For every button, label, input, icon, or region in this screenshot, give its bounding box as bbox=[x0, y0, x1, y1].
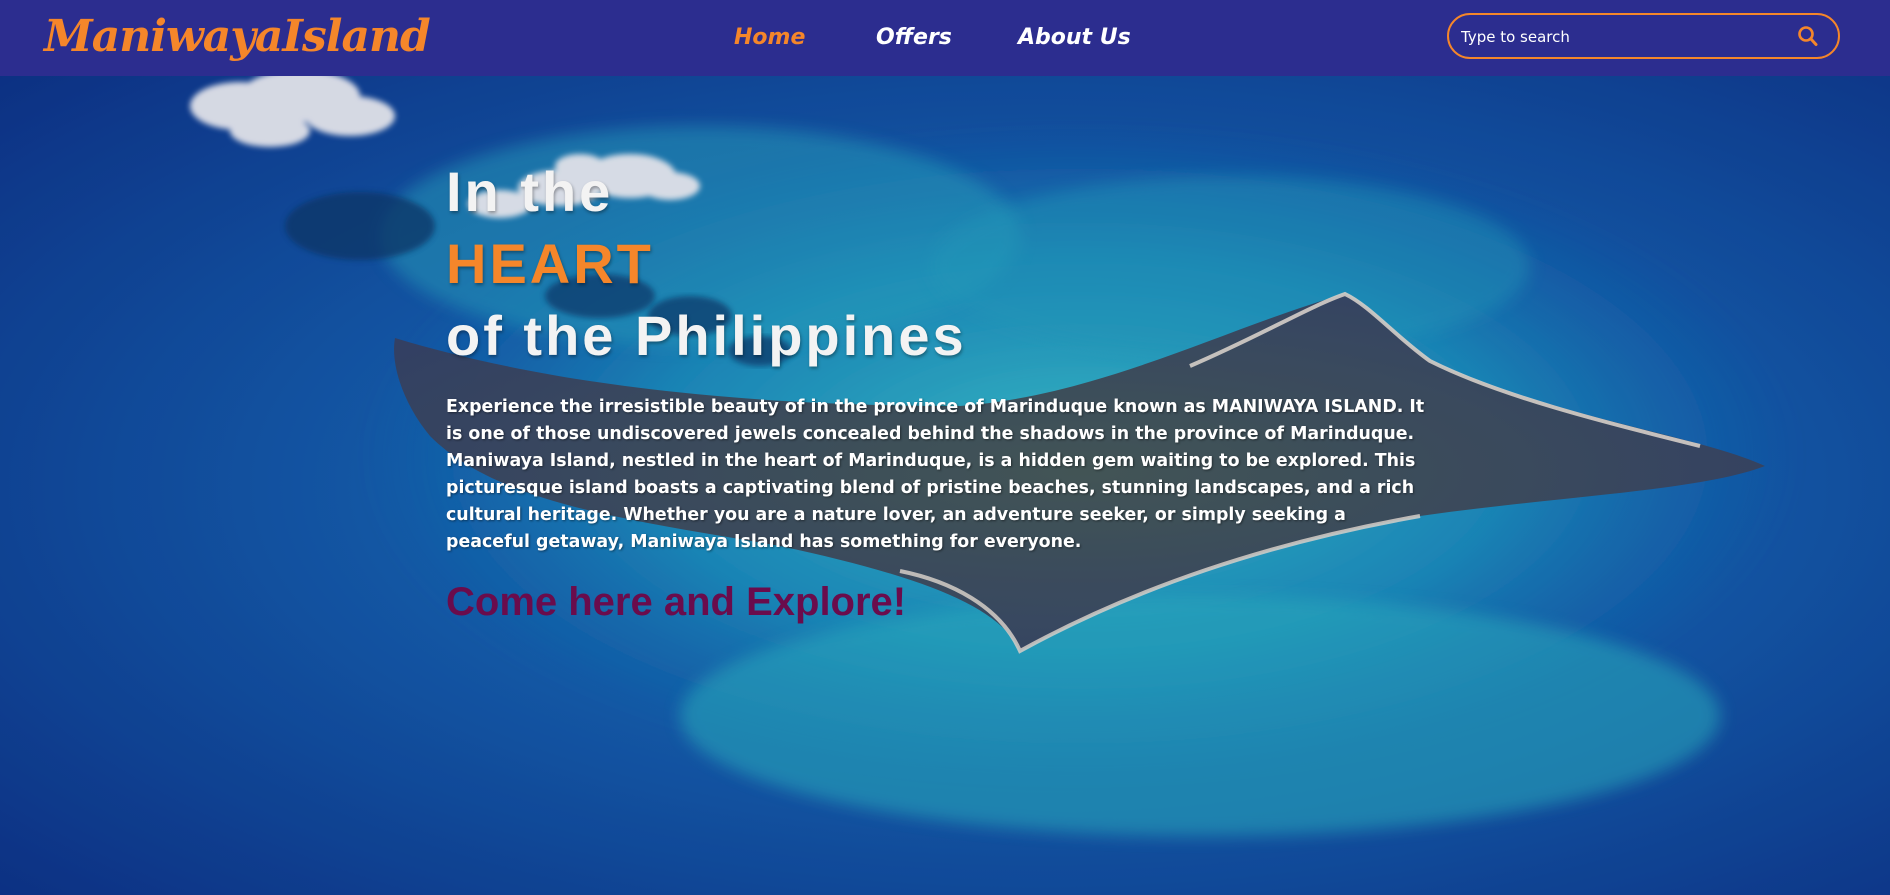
search-input[interactable] bbox=[1461, 24, 1781, 50]
search-bar bbox=[1447, 13, 1840, 59]
nav-home-link[interactable]: Home bbox=[734, 22, 805, 54]
hero-content: In the HEART of the Philippines Experien… bbox=[446, 156, 1426, 626]
hero-heading-line1: In the bbox=[446, 160, 614, 223]
hero-heading-line3: of the Philippines bbox=[446, 304, 967, 367]
top-navbar: ManiwayaIsland Home Offers About Us bbox=[0, 0, 1890, 76]
explore-cta-link[interactable]: Come here and Explore! bbox=[446, 578, 906, 626]
nav-about-us-link[interactable]: About Us bbox=[1018, 22, 1131, 54]
search-icon[interactable] bbox=[1796, 25, 1820, 49]
nav-offers-link[interactable]: Offers bbox=[876, 22, 952, 54]
hero-description: Experience the irresistible beauty of in… bbox=[446, 397, 1425, 552]
hero-heading-accent: HEART bbox=[446, 232, 654, 295]
